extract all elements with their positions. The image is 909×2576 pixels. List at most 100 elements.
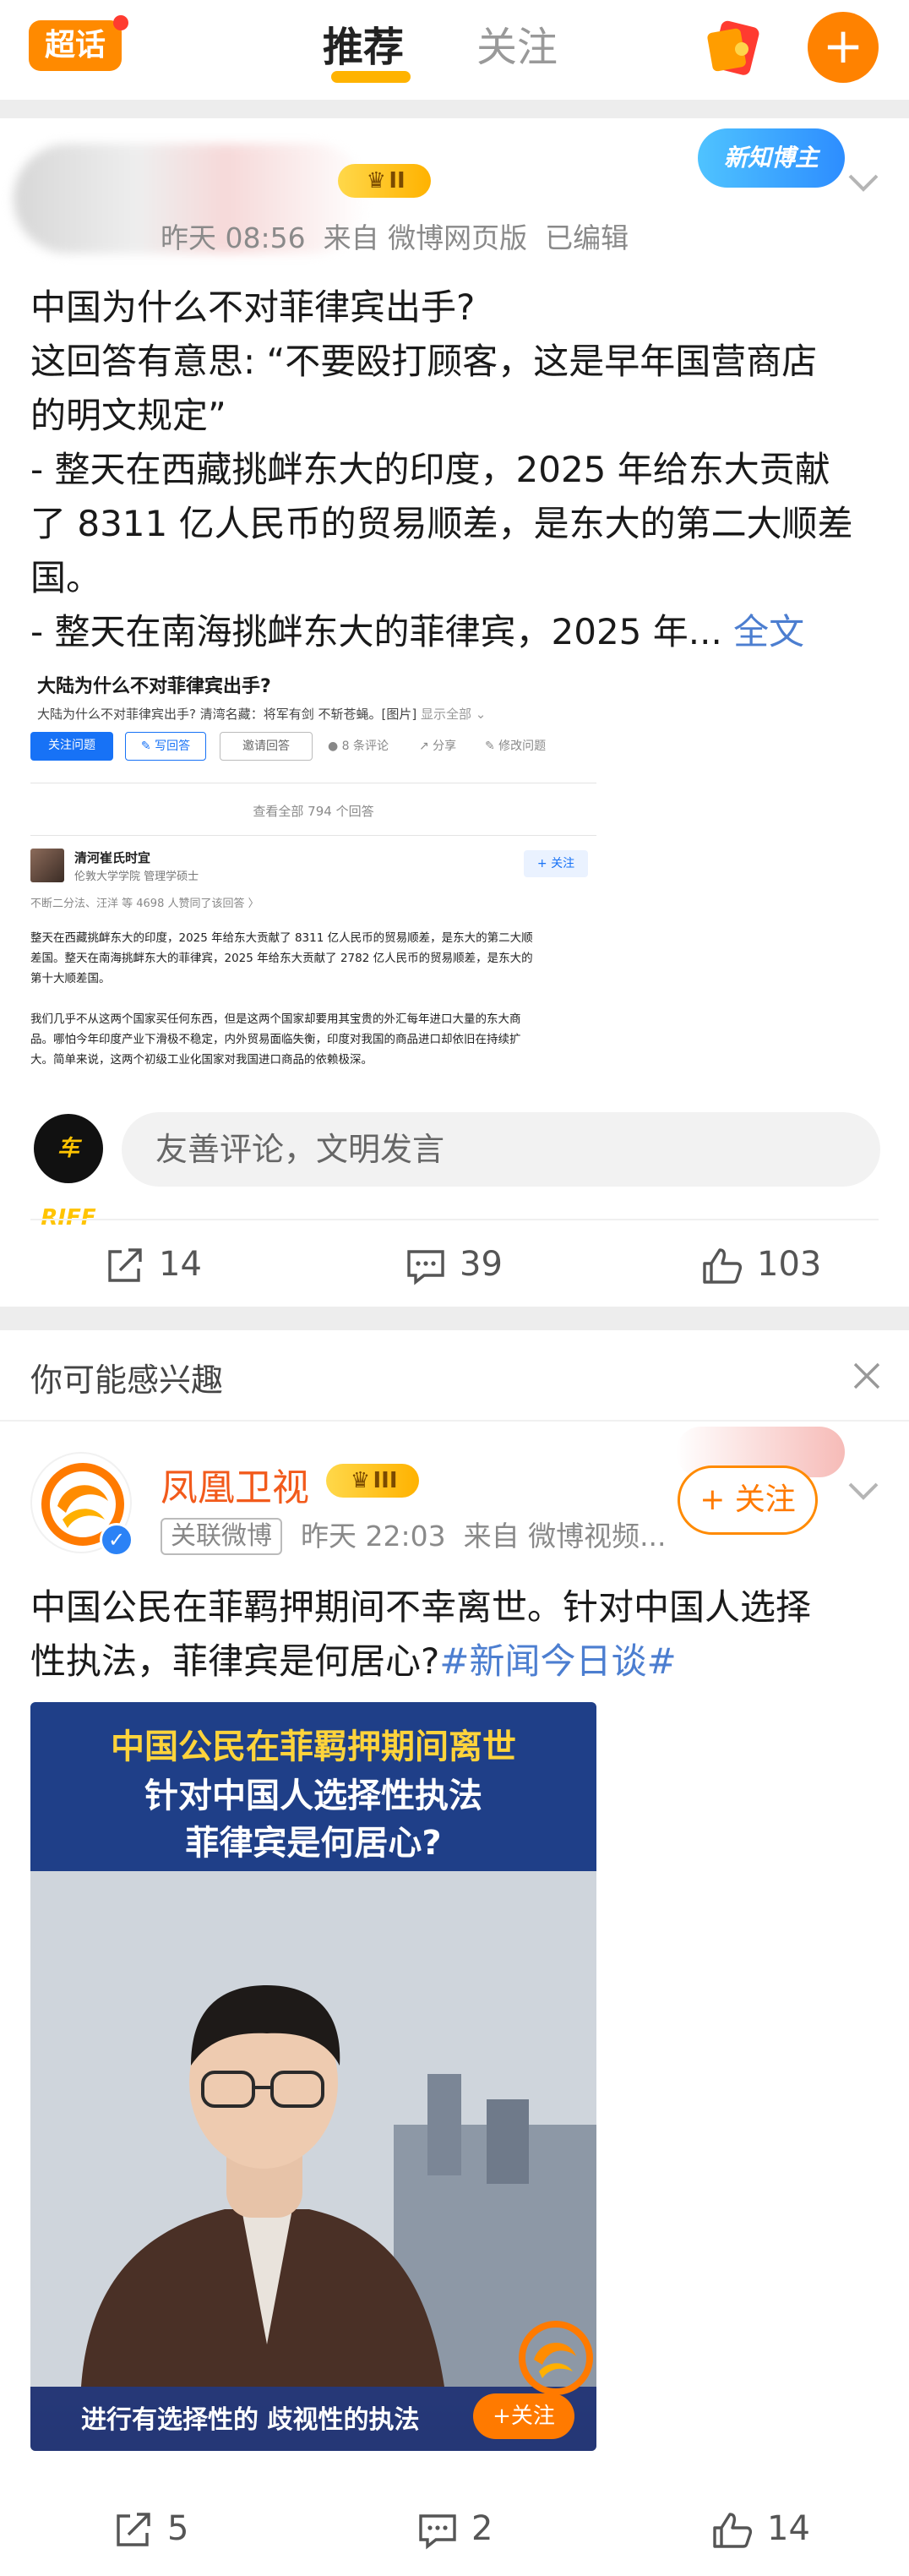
video-title-line: 中国公民在菲羁押期间离世 [111, 1727, 516, 1766]
embedded-screenshot[interactable]: 大陆为什么不对菲律宾出手? 大陆为什么不对菲律宾出手? 清湾名藏：将军有剑 不斩… [30, 664, 596, 1095]
like-count: 14 [767, 2509, 810, 2548]
related-weibo-tag: 关联微博 [161, 1518, 282, 1555]
embed-title: 大陆为什么不对菲律宾出手? [37, 676, 271, 697]
embed-follow-author: + 关注 [524, 850, 588, 877]
comment-icon [419, 2514, 456, 2550]
presenter-image [30, 1871, 596, 2387]
create-post-button[interactable]: + [808, 12, 879, 83]
embed-author-avatar [30, 849, 64, 882]
top-navigation-bar: 超话 推荐 关注 + [0, 0, 909, 100]
comment-icon [407, 1250, 444, 1285]
section-separator [0, 1307, 909, 1330]
post-line: 性执法，菲律宾是何居心?#新闻今日谈# [30, 1635, 884, 1689]
medal-level: II [389, 168, 406, 194]
section-separator [0, 100, 909, 118]
post-line-text: - 整天在南海挑衅东大的菲律宾，2025 年... [30, 611, 722, 652]
embed-line: 品。哪怕今年印度产业下滑极不稳定，内外贸易面临失衡，印度对我国的商品进口却依旧在… [30, 1033, 521, 1046]
comment-button[interactable]: 2 [417, 2503, 493, 2554]
thumbs-up-icon [703, 1248, 743, 1284]
video-subtitle: 进行有选择性的 歧视性的执法 [81, 2405, 420, 2435]
embed-subtitle: 大陆为什么不对菲律宾出手? 清湾名藏：将军有剑 不斩苍蝇。[图片] 显示全部 ⌄ [37, 705, 486, 723]
commenter-avatar[interactable]: 车 RIFF [34, 1114, 103, 1231]
active-tab-indicator [331, 71, 411, 83]
red-packet-icon[interactable] [705, 19, 769, 76]
level-medal: ♛ III [326, 1464, 419, 1498]
post-source: 来自 微博网页版 [323, 221, 528, 254]
post-line: - 整天在西藏挑衅东大的印度，2025 年给东大贡献 [30, 449, 830, 490]
embed-share: ↗ 分享 [419, 740, 457, 753]
repost-button[interactable]: 5 [113, 2503, 188, 2554]
post-body: 中国为什么不对菲律宾出手? 这回答有意思: “不要殴打顾客，这是早年国营商店 的… [30, 281, 884, 659]
medal-level: III [373, 1468, 398, 1493]
divider [30, 1219, 879, 1220]
recommend-header: 你可能感兴趣 [30, 1362, 224, 1399]
embed-author-desc: 伦敦大学学院 管理学硕士 [74, 870, 199, 883]
post-meta: 昨天 22:03 来自 微博视频... [301, 1518, 667, 1555]
hashtag-link[interactable]: #新闻今日谈# [439, 1640, 676, 1682]
post-line: 的明文规定” [30, 395, 226, 436]
embed-subtitle-text: 大陆为什么不对菲律宾出手? 清湾名藏：将军有剑 不斩苍蝇。[图片] [37, 707, 417, 722]
chevron-down-icon[interactable] [846, 172, 880, 194]
level-medal: ♛ II [338, 164, 431, 198]
post-time: 昨天 22:03 [301, 1520, 446, 1553]
embed-edit: ✎ 修改问题 [485, 740, 547, 753]
crown-icon: ♛ [366, 168, 386, 194]
chaohua-logo[interactable]: 超话 [29, 20, 122, 71]
tab-follow[interactable]: 关注 [476, 22, 558, 73]
embed-line: 第十大顺差国。 [30, 972, 111, 985]
post-time: 昨天 08:56 [161, 221, 306, 254]
embed-view-all: 查看全部 794 个回答 [253, 804, 374, 819]
like-button[interactable]: 103 [701, 1239, 821, 1290]
repost-icon [108, 1248, 142, 1282]
like-button[interactable]: 14 [711, 2503, 810, 2554]
divider [30, 835, 596, 836]
comment-button[interactable]: 39 [406, 1239, 503, 1290]
post-line: 中国为什么不对菲律宾出手? [30, 287, 476, 328]
full-text-link[interactable]: 全文 [733, 611, 804, 652]
embed-comments: ● 8 条评论 [328, 740, 389, 753]
post-line: 这回答有意思: “不要殴打顾客，这是早年国营商店 [30, 341, 818, 382]
post-body: 中国公民在菲羁押期间不幸离世。针对中国人选择 性执法，菲律宾是何居心?#新闻今日… [30, 1580, 884, 1689]
post-line: - 整天在南海挑衅东大的菲律宾，2025 年... 全文 [30, 605, 884, 659]
video-title-line: 针对中国人选择性执法 [144, 1776, 482, 1815]
repost-count: 5 [167, 2509, 189, 2548]
embed-show-all: 显示全部 ⌄ [421, 707, 487, 722]
tab-recommend[interactable]: 推荐 [323, 22, 404, 73]
embed-line: 大。简单来说，这两个初级工业化国家对我国进口商品的依赖极深。 [30, 1053, 373, 1067]
embed-line: 整天在西藏挑衅东大的印度，2025 年给东大贡献了 8311 亿人民币的贸易顺差… [30, 931, 533, 945]
post-source: 来自 微博视频... [463, 1520, 667, 1553]
video-follow-button[interactable]: +关注 [473, 2393, 574, 2439]
expert-badge: 新知博主 [698, 128, 845, 188]
comment-input[interactable]: 友善评论，文明发言 [122, 1112, 880, 1187]
author-name[interactable]: 凤凰卫视 [161, 1457, 309, 1511]
video-player[interactable]: 中国公民在菲羁押期间离世 针对中国人选择性执法 菲律宾是何居心? 进行有选择性的… [30, 1702, 596, 2451]
close-icon[interactable] [852, 1361, 882, 1391]
embed-likers: 不断二分法、汪洋 等 4698 人赞同了该回答 〉 [30, 898, 259, 910]
phoenix-watermark-icon [519, 2321, 593, 2395]
post-line: 中国公民在菲羁押期间不幸离世。针对中国人选择 [30, 1586, 812, 1628]
post-meta: 昨天 08:56 来自 微博网页版 已编辑 [161, 220, 629, 257]
divider [0, 1420, 909, 1422]
post-line: 国。 [30, 557, 102, 598]
verified-icon: ✓ [100, 1523, 133, 1557]
repost-button[interactable]: 14 [105, 1239, 202, 1290]
embed-write-answer: ✎ 写回答 [125, 732, 206, 761]
edited-label: 已编辑 [545, 221, 629, 254]
video-title-line: 菲律宾是何居心? [185, 1824, 442, 1863]
thumbs-up-icon [713, 2513, 753, 2548]
embed-line: 差国。整天在南海挑衅东大的菲律宾，2025 年给东大贡献了 2782 亿人民币的… [30, 952, 533, 965]
follow-button[interactable]: + 关注 [678, 1465, 818, 1535]
post-line: 了 8311 亿人民币的贸易顺差，是东大的第二大顺差 [30, 503, 853, 544]
embed-invite-answer: 邀请回答 [220, 732, 313, 761]
comment-count: 2 [471, 2509, 493, 2548]
post-line-text: 性执法，菲律宾是何居心? [30, 1640, 440, 1682]
embed-line: 我们几乎不从这两个国家买任何东西，但是这两个国家却要用其宝贵的外汇每年进口大量的… [30, 1012, 521, 1026]
embed-follow-question: 关注问题 [30, 732, 113, 761]
repost-count: 14 [159, 1245, 202, 1284]
chevron-down-icon[interactable] [846, 1481, 880, 1503]
notification-dot [113, 15, 128, 30]
crown-icon: ♛ [350, 1468, 371, 1493]
embed-paragraph-1: 整天在西藏挑衅东大的印度，2025 年给东大贡献了 8311 亿人民币的贸易顺差… [30, 928, 596, 989]
like-count: 103 [757, 1245, 822, 1284]
repost-icon [117, 2513, 150, 2546]
